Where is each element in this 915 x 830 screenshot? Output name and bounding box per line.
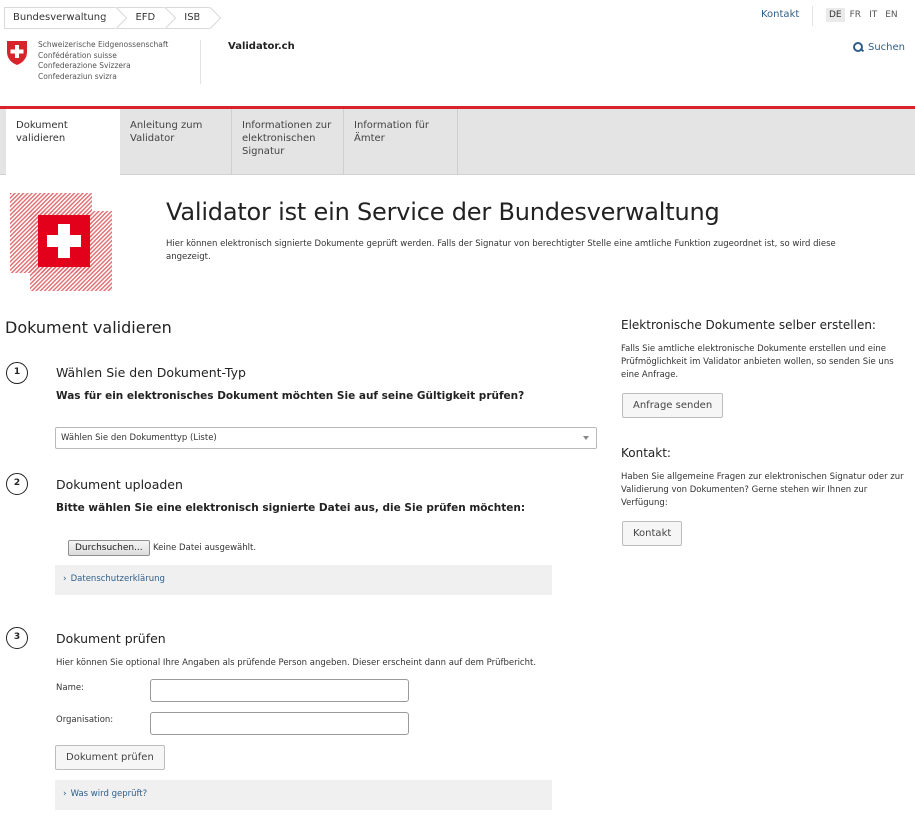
organisation-input[interactable] (150, 712, 409, 735)
search-label: Suchen (868, 42, 906, 53)
tab-label: Dokument validieren (16, 120, 68, 144)
name-label: Name: (56, 683, 84, 693)
privacy-link-label: Datenschutzerklärung (70, 574, 165, 584)
contact-button[interactable]: Kontakt (622, 521, 683, 546)
chevron-down-icon (583, 436, 589, 440)
step-hint-3: Hier können Sie optional Ihre Angaben al… (56, 658, 537, 668)
chevron-right-icon: › (63, 789, 67, 799)
breadcrumb: Bundesverwaltung EFD ISB (4, 7, 211, 29)
what-checked-link[interactable]: › Was wird geprüft? (63, 789, 147, 799)
step-title-1: Wählen Sie den Dokument-Typ (56, 365, 246, 380)
brand-line-it: Confederazione Svizzera (38, 61, 131, 70)
divider (200, 40, 201, 84)
what-checked-label: Was wird geprüft? (70, 789, 148, 799)
tab-informationen-signatur[interactable]: Informationen zur elektronischen Signatu… (231, 109, 344, 175)
tab-information-aemter[interactable]: Information für Ämter (343, 109, 458, 175)
step-title-3: Dokument prüfen (56, 631, 166, 646)
tab-label: Anleitung zum Validator (130, 120, 203, 144)
step-number-2: 2 (6, 473, 28, 495)
brand-line-rm: Confederaziun svizra (38, 71, 117, 81)
document-type-select[interactable]: Wählen Sie den Dokumenttyp (Liste) (55, 427, 597, 449)
step-number-1: 1 (6, 362, 28, 384)
tab-dokument-validieren[interactable]: Dokument validieren (6, 109, 120, 176)
brand-text: Schweizerische Eidgenossenschaft Confédé… (38, 40, 168, 82)
organisation-label: Organisation: (56, 715, 114, 725)
contact-text: Haben Sie allgemeine Fragen zur elektron… (621, 472, 904, 508)
step-question-2: Bitte wählen Sie eine elektronisch signi… (56, 502, 526, 514)
top-contact-link[interactable]: Kontakt (761, 9, 799, 20)
lang-it[interactable]: IT (866, 8, 880, 22)
contact-heading: Kontakt: (621, 446, 671, 460)
browse-file-button[interactable]: Durchsuchen... (68, 540, 150, 556)
request-button[interactable]: Anfrage senden (622, 393, 724, 418)
what-checked-accordion[interactable]: › Was wird geprüft? (55, 780, 552, 810)
name-input[interactable] (150, 679, 409, 702)
search-icon (853, 42, 864, 53)
divider (457, 109, 458, 175)
divider (812, 6, 813, 26)
site-title[interactable]: Validator.ch (228, 41, 295, 52)
no-file-label: Keine Datei ausgewählt. (153, 543, 257, 553)
main-nav: Dokument validieren Anleitung zum Valida… (0, 109, 915, 176)
step-title-2: Dokument uploaden (56, 477, 183, 492)
page-subtitle: Hier können elektronisch signierte Dokum… (166, 239, 836, 262)
page-title: Validator ist ein Service der Bundesverw… (166, 198, 720, 226)
create-documents-text: Falls Sie amtliche elektronische Dokumen… (621, 344, 894, 380)
check-document-button[interactable]: Dokument prüfen (55, 745, 165, 770)
swiss-shield-icon (7, 41, 27, 65)
privacy-accordion[interactable]: › Datenschutzerklärung (55, 565, 552, 595)
breadcrumb-bundesverwaltung[interactable]: Bundesverwaltung (4, 7, 117, 29)
brand-line-fr: Confédération suisse (38, 50, 117, 60)
search-button[interactable]: Suchen (853, 42, 905, 53)
chevron-right-icon: › (63, 574, 67, 584)
brand-line-de: Schweizerische Eidgenossenschaft (38, 40, 169, 49)
lang-de[interactable]: DE (826, 8, 845, 22)
create-documents-heading: Elektronische Dokumente selber erstellen… (621, 318, 876, 332)
select-value: Wählen Sie den Dokumenttyp (Liste) (61, 433, 217, 443)
lang-en[interactable]: EN (882, 8, 900, 22)
section-heading: Dokument validieren (5, 318, 172, 337)
step-number-3: 3 (6, 627, 28, 649)
language-switcher: DE FR IT EN (826, 8, 901, 22)
tab-anleitung[interactable]: Anleitung zum Validator (120, 109, 232, 175)
lang-fr[interactable]: FR (847, 8, 864, 22)
tab-label: Information für Ämter (354, 120, 430, 144)
swiss-cross-logo-icon (10, 193, 112, 291)
top-bar: Bundesverwaltung EFD ISB Kontakt DE FR I… (0, 0, 915, 36)
privacy-link[interactable]: › Datenschutzerklärung (63, 574, 165, 584)
tab-label: Informationen zur elektronischen Signatu… (242, 120, 332, 157)
step-question-1: Was für ein elektronisches Dokument möch… (56, 390, 525, 402)
